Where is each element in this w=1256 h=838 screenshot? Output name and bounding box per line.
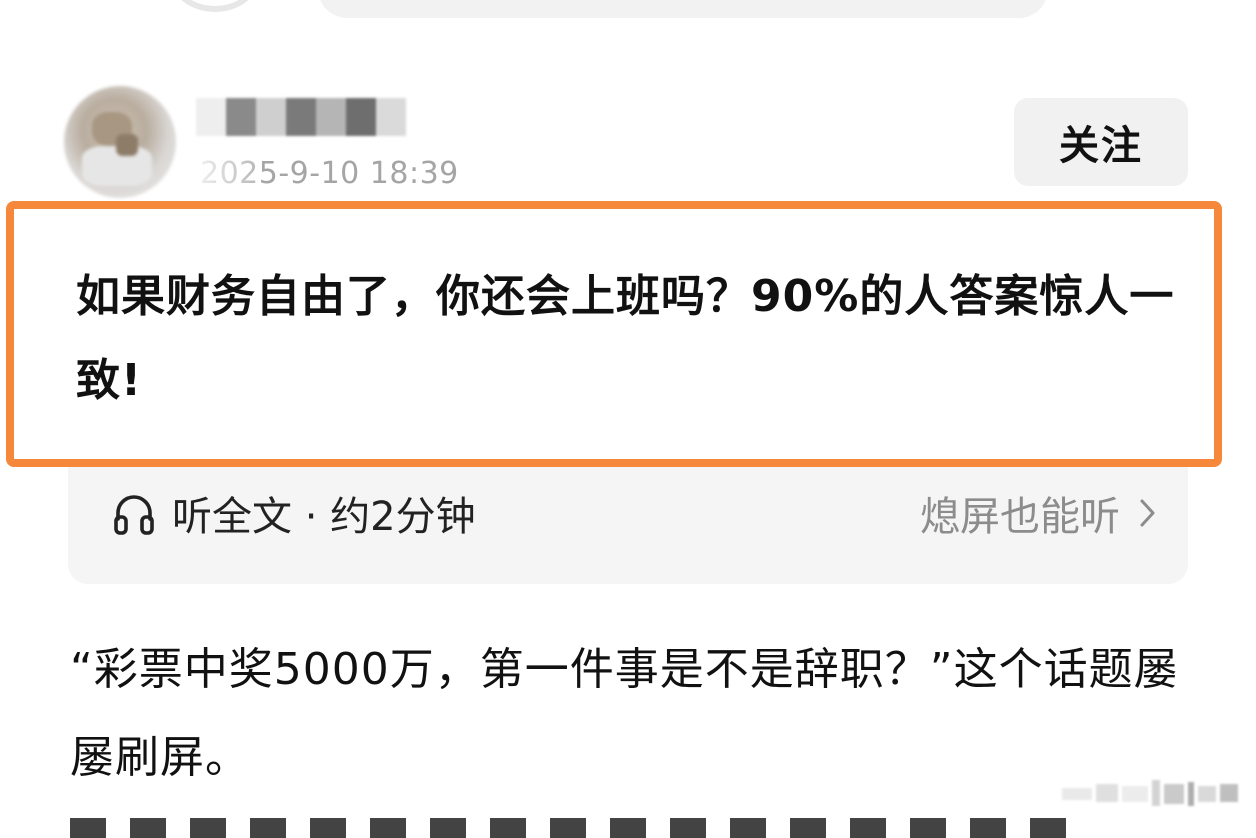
post-time-mask [196,154,260,194]
post-title: 如果财务自由了，你还会上班吗？90%的人答案惊人一致! [76,271,1175,406]
screen-off-label: 熄屏也能听 [920,494,1120,540]
author-name-blurred[interactable] [196,98,406,136]
follow-button[interactable]: 关注 [1014,98,1188,186]
chevron-right-icon [1140,499,1155,527]
article-next-line-cutoff [70,818,1070,838]
title-highlight-box: 如果财务自由了，你还会上班吗？90%的人答案惊人一致! [6,201,1222,467]
article-paragraph: “彩票中奖5000万，第一件事是不是辞职？”这个话题屡屡刷屏。 [70,644,1179,783]
listen-full-text-button[interactable]: 听全文 · 约2分钟 [110,484,476,542]
top-avatar-remnant [170,0,260,12]
headphones-icon [114,495,154,535]
watermark [1062,780,1238,806]
screen-off-listen-link[interactable]: 熄屏也能听 [920,484,1158,542]
listen-label: 听全文 · 约2分钟 [172,494,476,540]
author-avatar[interactable] [64,86,176,198]
top-search-bar[interactable] [318,0,1048,18]
